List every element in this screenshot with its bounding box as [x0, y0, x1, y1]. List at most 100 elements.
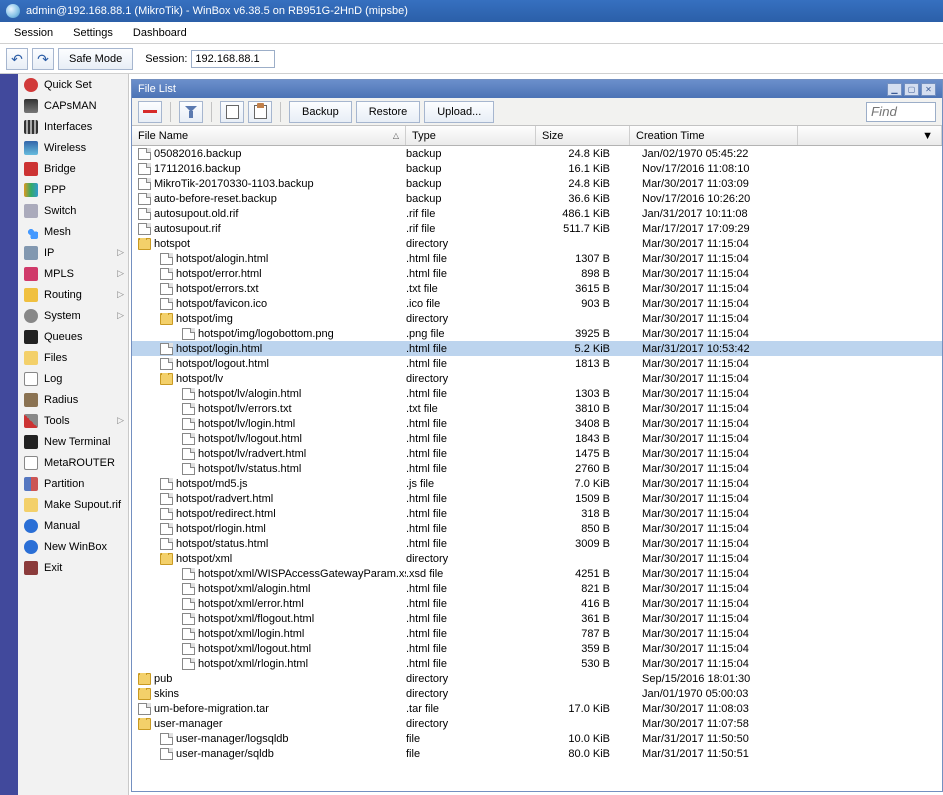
menu-dashboard[interactable]: Dashboard: [123, 24, 197, 42]
sidebar-item-log[interactable]: Log: [18, 368, 128, 389]
file-row[interactable]: hotspot/xml/error.html.html file416 BMar…: [132, 596, 942, 611]
file-row[interactable]: skinsdirectoryJan/01/1970 05:00:03: [132, 686, 942, 701]
file-row[interactable]: hotspot/lv/alogin.html.html file1303 BMa…: [132, 386, 942, 401]
sidebar-icon: [24, 561, 38, 575]
sidebar-item-quick-set[interactable]: Quick Set: [18, 74, 128, 95]
file-row[interactable]: autosupout.rif.rif file511.7 KiBMar/17/2…: [132, 221, 942, 236]
file-row[interactable]: hotspot/xml/logout.html.html file359 BMa…: [132, 641, 942, 656]
sidebar-item-mpls[interactable]: MPLS▷: [18, 263, 128, 284]
sidebar-item-system[interactable]: System▷: [18, 305, 128, 326]
file-row[interactable]: hotspot/login.html.html file5.2 KiBMar/3…: [132, 341, 942, 356]
file-row[interactable]: 17112016.backupbackup16.1 KiBNov/17/2016…: [132, 161, 942, 176]
file-row[interactable]: hotspot/lv/radvert.html.html file1475 BM…: [132, 446, 942, 461]
find-input[interactable]: [866, 102, 936, 122]
file-row[interactable]: pubdirectorySep/15/2016 18:01:30: [132, 671, 942, 686]
upload-button[interactable]: Upload...: [424, 101, 494, 123]
file-size: 821 B: [536, 583, 630, 595]
app-globe-icon: [6, 4, 20, 18]
file-row[interactable]: hotspot/lv/errors.txt.txt file3810 BMar/…: [132, 401, 942, 416]
file-row[interactable]: hotspot/imgdirectoryMar/30/2017 11:15:04: [132, 311, 942, 326]
sidebar-item-tools[interactable]: Tools▷: [18, 410, 128, 431]
file-type: .xsd file: [406, 568, 536, 580]
file-row[interactable]: hotspot/lv/login.html.html file3408 BMar…: [132, 416, 942, 431]
file-row[interactable]: hotspot/img/logobottom.png.png file3925 …: [132, 326, 942, 341]
file-row[interactable]: hotspot/xmldirectoryMar/30/2017 11:15:04: [132, 551, 942, 566]
file-row[interactable]: hotspot/xml/WISPAccessGatewayParam.xsd.x…: [132, 566, 942, 581]
file-row[interactable]: hotspot/redirect.html.html file318 BMar/…: [132, 506, 942, 521]
sidebar-item-radius[interactable]: Radius: [18, 389, 128, 410]
file-name: hotspot: [154, 238, 190, 250]
file-row[interactable]: hotspot/favicon.ico.ico file903 BMar/30/…: [132, 296, 942, 311]
filter-button[interactable]: [179, 101, 203, 123]
file-row[interactable]: hotspot/xml/login.html.html file787 BMar…: [132, 626, 942, 641]
file-row[interactable]: hotspot/error.html.html file898 BMar/30/…: [132, 266, 942, 281]
remove-button[interactable]: [138, 101, 162, 123]
paste-button[interactable]: [248, 101, 272, 123]
backup-button[interactable]: Backup: [289, 101, 352, 123]
sidebar-item-interfaces[interactable]: Interfaces: [18, 116, 128, 137]
filewin-minimize-button[interactable]: ▁: [887, 83, 902, 96]
redo-button[interactable]: ↷: [32, 48, 54, 70]
menu-session[interactable]: Session: [4, 24, 63, 42]
sidebar-item-label: System: [44, 310, 81, 322]
file-row[interactable]: hotspot/logout.html.html file1813 BMar/3…: [132, 356, 942, 371]
safe-mode-button[interactable]: Safe Mode: [58, 48, 133, 70]
file-row[interactable]: auto-before-reset.backupbackup36.6 KiBNo…: [132, 191, 942, 206]
col-ctime-header[interactable]: Creation Time: [630, 126, 798, 145]
filewin-close-button[interactable]: ✕: [921, 83, 936, 96]
file-row[interactable]: hotspot/errors.txt.txt file3615 BMar/30/…: [132, 281, 942, 296]
sidebar-item-routing[interactable]: Routing▷: [18, 284, 128, 305]
session-input[interactable]: [191, 50, 275, 68]
file-row[interactable]: hotspot/md5.js.js file7.0 KiBMar/30/2017…: [132, 476, 942, 491]
file-row[interactable]: um-before-migration.tar.tar file17.0 KiB…: [132, 701, 942, 716]
file-row[interactable]: 05082016.backupbackup24.8 KiBJan/02/1970…: [132, 146, 942, 161]
file-row[interactable]: hotspot/radvert.html.html file1509 BMar/…: [132, 491, 942, 506]
sidebar-item-mesh[interactable]: Mesh: [18, 221, 128, 242]
sidebar-item-capsman[interactable]: CAPsMAN: [18, 95, 128, 116]
col-type-header[interactable]: Type: [406, 126, 536, 145]
sidebar-item-new-winbox[interactable]: New WinBox: [18, 536, 128, 557]
sidebar-item-bridge[interactable]: Bridge: [18, 158, 128, 179]
file-row[interactable]: hotspot/rlogin.html.html file850 BMar/30…: [132, 521, 942, 536]
sidebar-item-exit[interactable]: Exit: [18, 557, 128, 578]
sidebar-item-switch[interactable]: Switch: [18, 200, 128, 221]
sidebar-item-metarouter[interactable]: MetaROUTER: [18, 452, 128, 473]
file-row[interactable]: hotspot/lv/status.html.html file2760 BMa…: [132, 461, 942, 476]
copy-button[interactable]: [220, 101, 244, 123]
sidebar-item-ppp[interactable]: PPP: [18, 179, 128, 200]
col-name-header[interactable]: File Name△: [132, 126, 406, 145]
file-row[interactable]: user-managerdirectoryMar/30/2017 11:07:5…: [132, 716, 942, 731]
file-row[interactable]: user-manager/logsqldbfile10.0 KiBMar/31/…: [132, 731, 942, 746]
menu-settings[interactable]: Settings: [63, 24, 123, 42]
sidebar-item-make-supout-rif[interactable]: Make Supout.rif: [18, 494, 128, 515]
col-menu-header[interactable]: ▼: [798, 126, 942, 145]
sidebar-item-queues[interactable]: Queues: [18, 326, 128, 347]
undo-button[interactable]: ↶: [6, 48, 28, 70]
file-row[interactable]: hotspot/lv/logout.html.html file1843 BMa…: [132, 431, 942, 446]
file-row[interactable]: hotspotdirectoryMar/30/2017 11:15:04: [132, 236, 942, 251]
filewin-titlebar[interactable]: File List ▁ ▢ ✕: [132, 80, 942, 98]
sidebar-item-manual[interactable]: Manual: [18, 515, 128, 536]
file-row[interactable]: MikroTik-20170330-1103.backupbackup24.8 …: [132, 176, 942, 191]
file-row[interactable]: hotspot/xml/alogin.html.html file821 BMa…: [132, 581, 942, 596]
file-row[interactable]: hotspot/xml/flogout.html.html file361 BM…: [132, 611, 942, 626]
file-row[interactable]: user-manager/sqldbfile80.0 KiBMar/31/201…: [132, 746, 942, 761]
sidebar-icon: [24, 456, 38, 470]
file-row[interactable]: hotspot/alogin.html.html file1307 BMar/3…: [132, 251, 942, 266]
file-ctime: Mar/30/2017 11:15:04: [630, 253, 798, 265]
sidebar-item-new-terminal[interactable]: New Terminal: [18, 431, 128, 452]
sidebar-item-files[interactable]: Files: [18, 347, 128, 368]
file-row[interactable]: hotspot/status.html.html file3009 BMar/3…: [132, 536, 942, 551]
filewin-maximize-button[interactable]: ▢: [904, 83, 919, 96]
sidebar-item-ip[interactable]: IP▷: [18, 242, 128, 263]
file-size: 850 B: [536, 523, 630, 535]
file-list[interactable]: 05082016.backupbackup24.8 KiBJan/02/1970…: [132, 146, 942, 791]
file-row[interactable]: autosupout.old.rif.rif file486.1 KiBJan/…: [132, 206, 942, 221]
file-row[interactable]: hotspot/xml/rlogin.html.html file530 BMa…: [132, 656, 942, 671]
restore-button[interactable]: Restore: [356, 101, 421, 123]
sidebar-item-wireless[interactable]: Wireless: [18, 137, 128, 158]
sidebar-item-partition[interactable]: Partition: [18, 473, 128, 494]
file-row[interactable]: hotspot/lvdirectoryMar/30/2017 11:15:04: [132, 371, 942, 386]
col-size-header[interactable]: Size: [536, 126, 630, 145]
file-ctime: Mar/30/2017 11:15:04: [630, 583, 798, 595]
